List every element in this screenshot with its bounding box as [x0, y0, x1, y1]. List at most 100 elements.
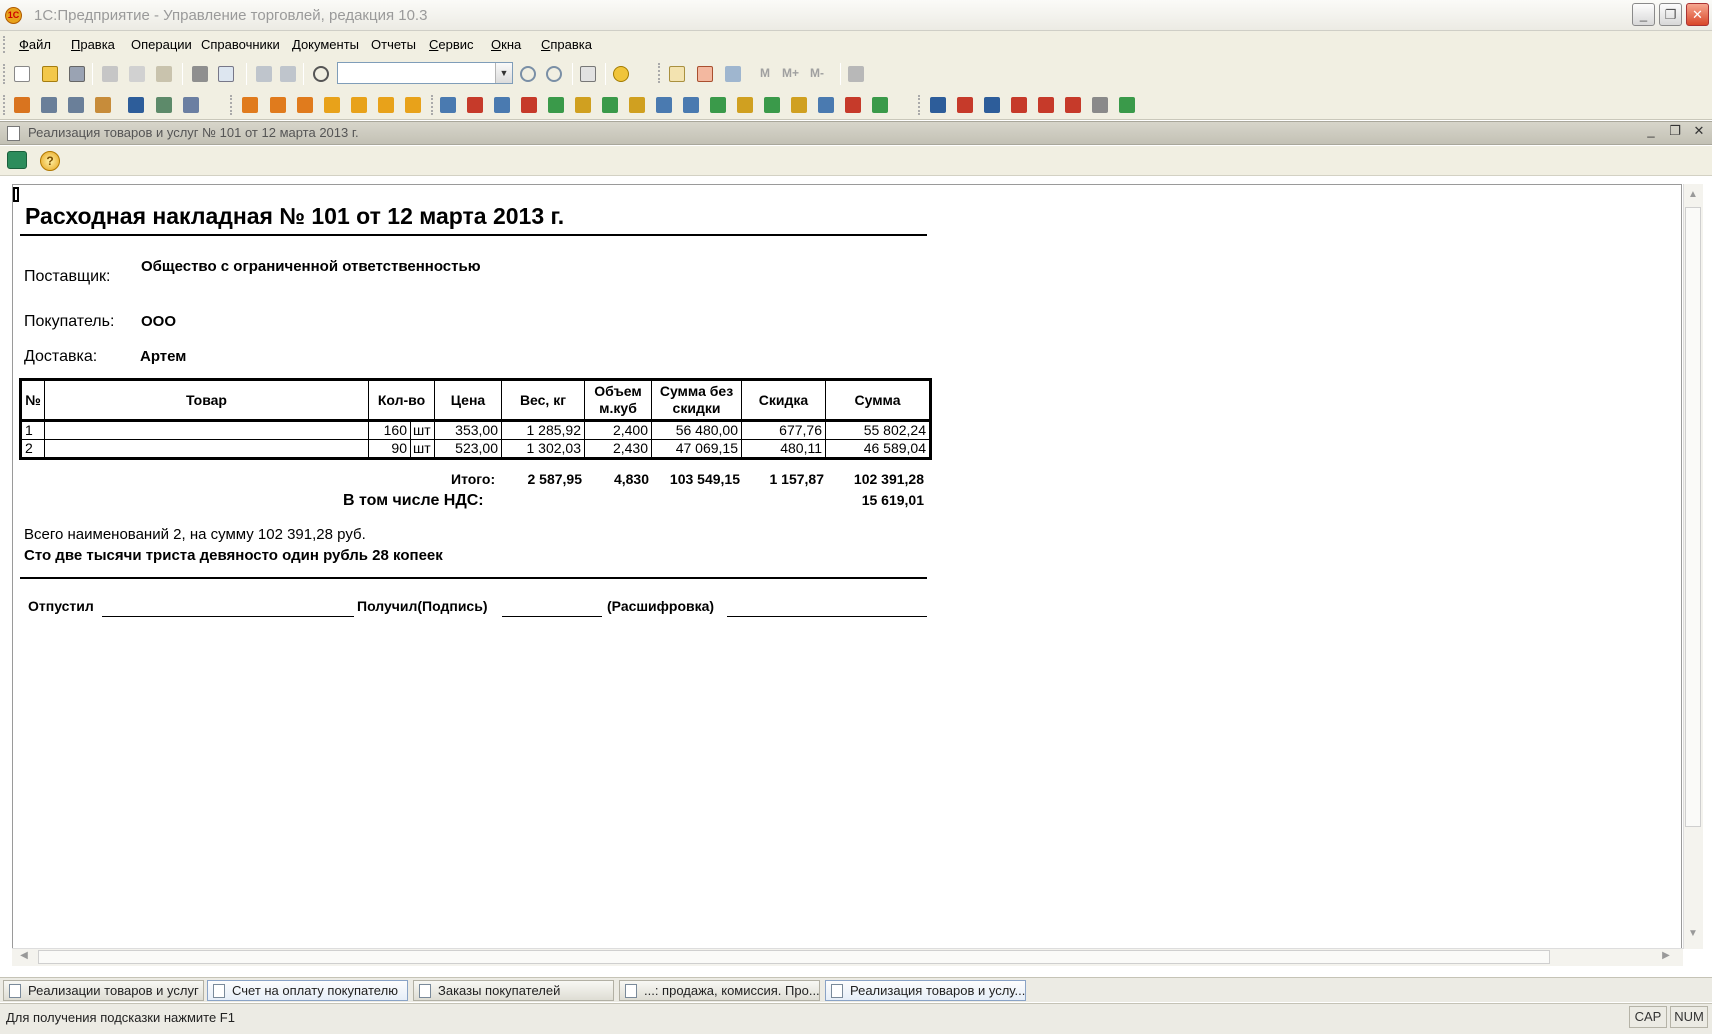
info-icon[interactable] — [613, 66, 629, 82]
task-sales-list[interactable]: Реализации товаров и услуг — [3, 980, 204, 1001]
menu-directories[interactable]: Справочники — [201, 37, 280, 52]
row-sum: 55 802,24 — [825, 420, 931, 440]
scroll-right-button[interactable]: ▶ — [1658, 950, 1674, 961]
calendar-icon[interactable] — [697, 66, 713, 82]
menu-reports[interactable]: Отчеты — [371, 37, 416, 52]
memory-button[interactable]: M — [760, 66, 770, 80]
menu-file[interactable]: Файл — [19, 37, 51, 52]
doc-icon-6[interactable] — [575, 97, 591, 113]
doc-icon-11[interactable] — [710, 97, 726, 113]
undo-icon[interactable] — [256, 66, 272, 82]
find-next-icon[interactable] — [520, 66, 536, 82]
doc-icon-3[interactable] — [494, 97, 510, 113]
save-icon[interactable] — [69, 66, 85, 82]
journal-icon[interactable] — [14, 97, 30, 113]
col-header-sum-no-discount: Сумма без скидки — [651, 379, 742, 421]
doc-minimize-button[interactable]: _ — [1643, 123, 1659, 138]
menu-documents[interactable]: Документы — [292, 37, 359, 52]
copy-icon[interactable] — [129, 66, 145, 82]
find-prev-icon[interactable] — [546, 66, 562, 82]
register-icon[interactable] — [41, 97, 57, 113]
vertical-scroll-thumb[interactable] — [1685, 207, 1701, 827]
spreadsheet-area[interactable] — [12, 184, 1682, 949]
calculator-icon[interactable] — [669, 66, 685, 82]
order-6-icon[interactable] — [378, 97, 394, 113]
products-icon[interactable] — [156, 97, 172, 113]
doc-icon-4[interactable] — [521, 97, 537, 113]
menu-windows[interactable]: Окна — [491, 37, 521, 52]
doc-icon-16[interactable] — [845, 97, 861, 113]
scroll-down-button[interactable]: ▼ — [1685, 928, 1701, 939]
minimize-button[interactable]: _ — [1632, 3, 1655, 26]
close-button[interactable]: ✕ — [1686, 3, 1709, 26]
windows-icon[interactable] — [580, 66, 596, 82]
contractors-icon[interactable] — [128, 97, 144, 113]
menu-help[interactable]: Справка — [541, 37, 592, 52]
doc-icon-14[interactable] — [791, 97, 807, 113]
open-icon[interactable] — [42, 66, 58, 82]
doc-icon-8[interactable] — [629, 97, 645, 113]
save-report-icon[interactable] — [7, 151, 27, 169]
decoding-signature-line — [727, 616, 927, 617]
task-payment-invoice[interactable]: Счет на оплату покупателю — [207, 980, 408, 1001]
doc-icon-20[interactable] — [984, 97, 1000, 113]
document-icon — [419, 984, 431, 998]
doc-close-button[interactable]: ✕ — [1691, 123, 1707, 139]
task-sales-commission[interactable]: ...: продажа, комиссия. Про... — [619, 980, 820, 1001]
order-5-icon[interactable] — [351, 97, 367, 113]
doc-icon-9[interactable] — [656, 97, 672, 113]
help-icon[interactable]: ? — [40, 151, 60, 171]
order-2-icon[interactable] — [270, 97, 286, 113]
doc-icon-10[interactable] — [683, 97, 699, 113]
register-2-icon[interactable] — [68, 97, 84, 113]
menu-operations[interactable]: Операции — [131, 37, 192, 52]
order-4-icon[interactable] — [324, 97, 340, 113]
doc-icon-1[interactable] — [440, 97, 456, 113]
menu-edit[interactable]: Правка — [71, 37, 115, 52]
scroll-up-button[interactable]: ▲ — [1685, 189, 1701, 200]
doc-icon-25[interactable] — [1119, 97, 1135, 113]
task-customer-orders[interactable]: Заказы покупателей — [413, 980, 614, 1001]
released-signature-line — [102, 616, 354, 617]
users-icon[interactable] — [725, 66, 741, 82]
doc-icon-13[interactable] — [764, 97, 780, 113]
window-title: 1С:Предприятие - Управление торговлей, р… — [34, 7, 428, 24]
doc-icon-2[interactable] — [467, 97, 483, 113]
doc-icon-18[interactable] — [930, 97, 946, 113]
doc-icon-15[interactable] — [818, 97, 834, 113]
memory-plus-button[interactable]: M+ — [782, 66, 799, 80]
task-sales-document[interactable]: Реализация товаров и услу... — [825, 980, 1026, 1001]
cut-icon[interactable] — [102, 66, 118, 82]
doc-icon-22[interactable] — [1038, 97, 1054, 113]
order-7-icon[interactable] — [405, 97, 421, 113]
order-icon[interactable] — [242, 97, 258, 113]
reports-icon[interactable] — [183, 97, 199, 113]
totals-volume: 4,830 — [613, 471, 649, 487]
doc-icon-17[interactable] — [872, 97, 888, 113]
print-icon[interactable] — [192, 66, 208, 82]
search-dropdown-button[interactable]: ▼ — [495, 63, 512, 83]
toolbar-separator — [840, 63, 841, 85]
print-preview-icon[interactable] — [218, 66, 234, 82]
memory-minus-button[interactable]: M- — [810, 66, 824, 80]
tools-icon[interactable] — [848, 66, 864, 82]
paste-icon[interactable] — [156, 66, 172, 82]
search-input[interactable] — [337, 62, 513, 84]
order-3-icon[interactable] — [297, 97, 313, 113]
new-icon[interactable] — [14, 66, 30, 82]
redo-icon[interactable] — [280, 66, 296, 82]
find-icon[interactable] — [313, 66, 329, 82]
scroll-left-button[interactable]: ◀ — [16, 950, 32, 961]
doc-restore-button[interactable]: ❐ — [1667, 123, 1683, 139]
doc-icon-5[interactable] — [548, 97, 564, 113]
doc-icon-7[interactable] — [602, 97, 618, 113]
doc-icon-24[interactable] — [1092, 97, 1108, 113]
doc-icon-23[interactable] — [1065, 97, 1081, 113]
doc-icon-21[interactable] — [1011, 97, 1027, 113]
menu-service[interactable]: Сервис — [429, 37, 474, 52]
doc-icon-19[interactable] — [957, 97, 973, 113]
restore-button[interactable]: ❐ — [1659, 3, 1682, 26]
doc-icon-12[interactable] — [737, 97, 753, 113]
horizontal-scroll-thumb[interactable] — [38, 950, 1550, 964]
register-3-icon[interactable] — [95, 97, 111, 113]
